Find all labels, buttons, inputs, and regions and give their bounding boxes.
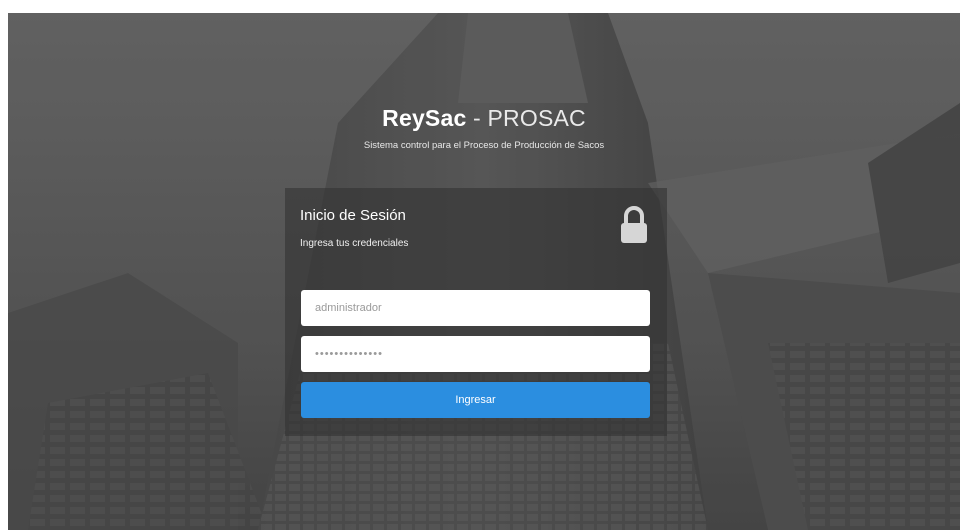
- login-page: ReySac - PROSAC Sistema control para el …: [8, 13, 960, 530]
- login-button[interactable]: Ingresar: [301, 382, 650, 418]
- brand-separator: -: [466, 105, 488, 131]
- password-input[interactable]: [301, 336, 650, 372]
- brand-heading: ReySac - PROSAC: [8, 105, 960, 132]
- username-input[interactable]: [301, 290, 650, 326]
- login-card: Inicio de Sesión Ingresa tus credenciale…: [285, 188, 667, 436]
- brand-name: ReySac: [382, 105, 467, 131]
- login-title: Inicio de Sesión: [300, 207, 406, 224]
- brand-product: PROSAC: [487, 105, 586, 131]
- login-subtitle: Ingresa tus credenciales: [300, 238, 409, 249]
- lock-icon: [618, 205, 650, 245]
- system-description: Sistema control para el Proceso de Produ…: [363, 140, 605, 151]
